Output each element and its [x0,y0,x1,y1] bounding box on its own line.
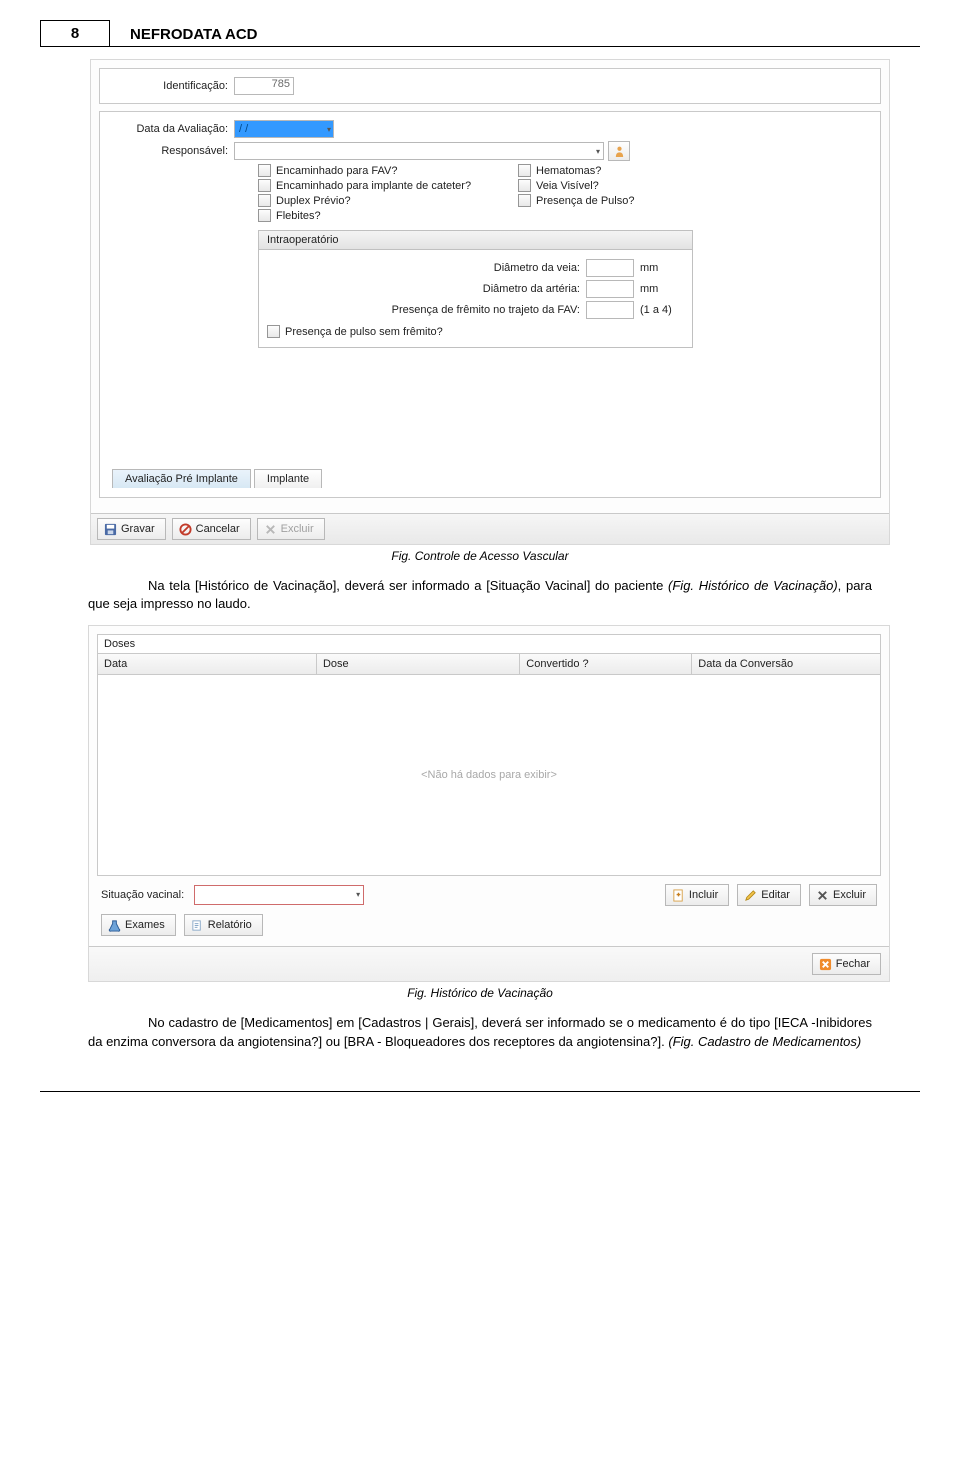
presenca-pulso-label: Presença de Pulso? [536,195,634,207]
doses-panel-header: Doses [98,635,880,654]
encaminhado-cateter-checkbox[interactable] [258,179,271,192]
flebites-checkbox[interactable] [258,209,271,222]
cancel-icon [179,523,192,536]
identificacao-input[interactable]: 785 [234,77,294,95]
col-dose[interactable]: Dose [317,654,520,674]
data-avaliacao-label: Data da Avaliação: [108,123,228,135]
report-icon [191,919,204,932]
excluir-button2[interactable]: Excluir [809,884,877,906]
excluir-label: Excluir [281,523,314,535]
incluir-label: Incluir [689,889,718,901]
situacao-vacinal-label: Situação vacinal: [101,889,184,901]
responsavel-lookup-button[interactable] [608,141,630,161]
figure2-caption: Fig. Histórico de Vacinação [40,986,920,1000]
exames-label: Exames [125,919,165,931]
save-icon [104,523,117,536]
editar-button[interactable]: Editar [737,884,801,906]
diametro-veia-unit: mm [640,262,684,274]
fechar-label: Fechar [836,958,870,970]
encaminhado-cateter-label: Encaminhado para implante de cateter? [276,180,471,192]
flebites-label: Flebites? [276,210,321,222]
responsavel-combo[interactable]: ▾ [234,142,604,160]
para2-figref: (Fig. Cadastro de Medicamentos) [668,1034,861,1049]
incluir-button[interactable]: Incluir [665,884,729,906]
col-data-conversao[interactable]: Data da Conversão [692,654,880,674]
paragraph-2: No cadastro de [Medicamentos] em [Cadast… [88,1014,872,1050]
responsavel-label: Responsável: [108,145,228,157]
duplex-previo-label: Duplex Prévio? [276,195,351,207]
col-data[interactable]: Data [98,654,317,674]
gravar-button[interactable]: Gravar [97,518,166,540]
diametro-arteria-input[interactable] [586,280,634,298]
screenshot-historico-vacinacao: Doses Data Dose Convertido ? Data da Con… [88,625,890,982]
chevron-down-icon[interactable]: ▾ [596,147,600,156]
page-footer-rule [40,1091,920,1092]
diametro-arteria-unit: mm [640,283,684,295]
tab-avaliacao-pre-implante[interactable]: Avaliação Pré Implante [112,469,251,488]
paragraph-1: Na tela [Histórico de Vacinação], deverá… [88,577,872,613]
page-title: NEFRODATA ACD [110,20,920,47]
fremito-input[interactable] [586,301,634,319]
excluir-label2: Excluir [833,889,866,901]
doses-grid-empty: <Não há dados para exibir> [98,675,880,875]
cancelar-label: Cancelar [196,523,240,535]
fremito-label: Presença de frêmito no trajeto da FAV: [267,304,580,316]
diametro-veia-input[interactable] [586,259,634,277]
pulso-sem-fremito-checkbox[interactable] [267,325,280,338]
editar-label: Editar [761,889,790,901]
person-search-icon [614,145,625,158]
fechar-button[interactable]: Fechar [812,953,881,975]
diametro-arteria-label: Diâmetro da artéria: [267,283,580,295]
para1-text: Na tela [Histórico de Vacinação], deverá… [148,578,668,593]
cancelar-button[interactable]: Cancelar [172,518,251,540]
exames-button[interactable]: Exames [101,914,176,936]
tab-implante[interactable]: Implante [254,469,322,488]
veia-visivel-label: Veia Visível? [536,180,599,192]
excluir-button[interactable]: Excluir [257,518,325,540]
duplex-previo-checkbox[interactable] [258,194,271,207]
hematomas-label: Hematomas? [536,165,601,177]
edit-icon [744,889,757,902]
close-icon [819,958,832,971]
add-document-icon [672,889,685,902]
intraoperatorio-header: Intraoperatório [259,231,692,250]
encaminhado-fav-checkbox[interactable] [258,164,271,177]
doses-grid-header: Data Dose Convertido ? Data da Conversão [98,654,880,675]
chevron-down-icon[interactable]: ▾ [356,890,360,899]
intraoperatorio-panel: Intraoperatório Diâmetro da veia: mm Diâ… [258,230,693,348]
fremito-unit: (1 a 4) [640,304,684,316]
data-avaliacao-input[interactable]: / / ▾ [234,120,334,138]
pulso-sem-fremito-label: Presença de pulso sem frêmito? [285,326,443,338]
data-avaliacao-value: / / [239,123,248,135]
relatorio-button[interactable]: Relatório [184,914,263,936]
delete-icon [816,889,829,902]
figure1-caption: Fig. Controle de Acesso Vascular [40,549,920,563]
chevron-down-icon[interactable]: ▾ [327,125,331,134]
encaminhado-fav-label: Encaminhado para FAV? [276,165,397,177]
para1-figref: (Fig. Histórico de Vacinação) [668,578,838,593]
situacao-vacinal-combo[interactable]: ▾ [194,885,364,905]
screenshot-acesso-vascular: Identificação: 785 Data da Avaliação: / … [90,59,890,545]
flask-icon [108,919,121,932]
page-number: 8 [40,20,110,47]
gravar-label: Gravar [121,523,155,535]
hematomas-checkbox[interactable] [518,164,531,177]
presenca-pulso-checkbox[interactable] [518,194,531,207]
delete-icon [264,523,277,536]
diametro-veia-label: Diâmetro da veia: [267,262,580,274]
col-convertido[interactable]: Convertido ? [520,654,692,674]
identificacao-label: Identificação: [108,80,228,92]
relatorio-label: Relatório [208,919,252,931]
veia-visivel-checkbox[interactable] [518,179,531,192]
